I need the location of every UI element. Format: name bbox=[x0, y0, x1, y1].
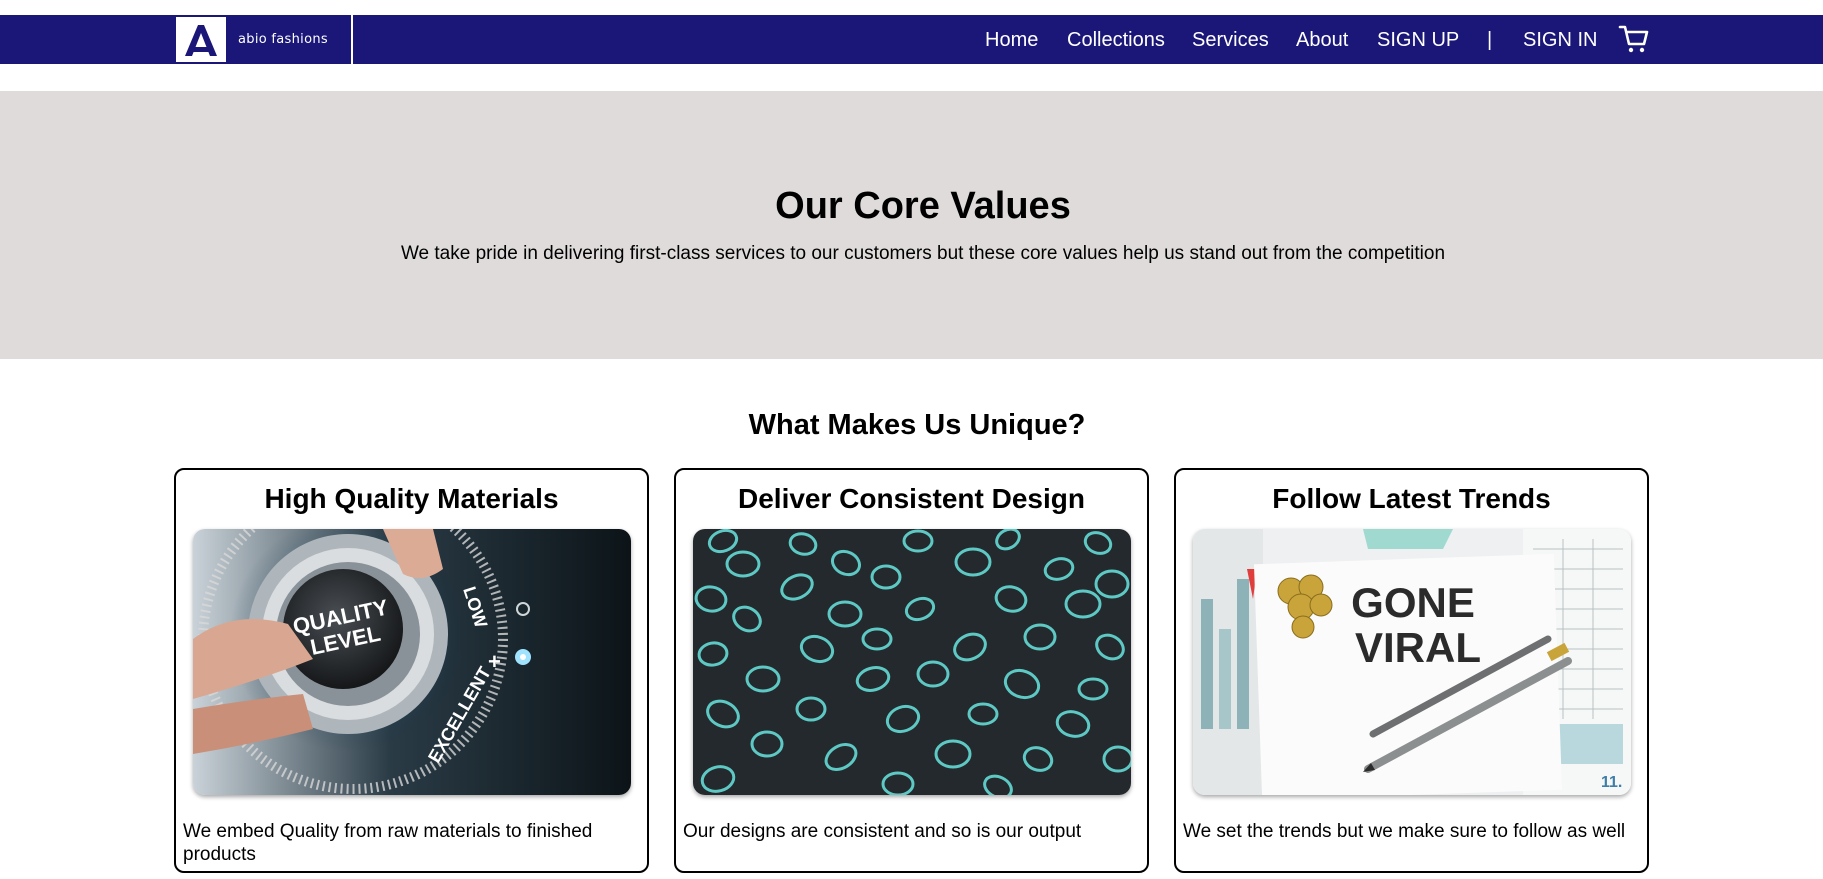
nav-sign-in[interactable]: SIGN IN bbox=[1523, 29, 1597, 51]
cart-icon[interactable] bbox=[1618, 24, 1650, 54]
card-title: Deliver Consistent Design bbox=[738, 483, 1085, 514]
nav-separator: | bbox=[1487, 29, 1493, 51]
nav-links: Home Collections Services About SIGN UP … bbox=[0, 15, 1823, 64]
quality-level-image: QUALITY LEVEL LOW EXCELLENT + bbox=[193, 529, 631, 795]
nav-sign-up[interactable]: SIGN UP bbox=[1377, 29, 1459, 51]
gone-viral-image: GONE VIRAL 11. bbox=[1193, 529, 1631, 795]
hero-title: Our Core Values bbox=[775, 185, 1071, 227]
value-card-trends: Follow Latest Trends GONE VIRAL 11. We s… bbox=[1174, 468, 1649, 873]
card-title: High Quality Materials bbox=[264, 483, 559, 514]
nav-collections[interactable]: Collections bbox=[1067, 29, 1165, 51]
navbar: abio fashions Home Collections Services … bbox=[0, 15, 1823, 64]
value-card-quality: High Quality Materials QUALITY LEVEL LOW… bbox=[174, 468, 649, 873]
card-title: Follow Latest Trends bbox=[1272, 483, 1551, 514]
section-title: What Makes Us Unique? bbox=[748, 409, 1086, 441]
value-card-design: Deliver Consistent Design Our designs ar… bbox=[674, 468, 1149, 873]
nav-about[interactable]: About bbox=[1296, 29, 1348, 51]
svg-text:GONE: GONE bbox=[1351, 579, 1475, 626]
card-description: We embed Quality from raw materials to f… bbox=[183, 821, 593, 865]
hero-section: Our Core Values We take pride in deliver… bbox=[0, 91, 1823, 359]
hero-subtitle: We take pride in delivering first-class … bbox=[400, 243, 1446, 264]
svg-text:+: + bbox=[488, 649, 501, 674]
card-description: We set the trends but we make sure to fo… bbox=[1183, 821, 1626, 842]
nav-services[interactable]: Services bbox=[1192, 29, 1269, 51]
nav-home[interactable]: Home bbox=[985, 29, 1038, 51]
svg-text:VIRAL: VIRAL bbox=[1355, 624, 1481, 671]
card-description: Our designs are consistent and so is our… bbox=[683, 821, 1082, 842]
rings-pattern-image bbox=[693, 529, 1131, 795]
svg-text:11.: 11. bbox=[1601, 774, 1622, 791]
